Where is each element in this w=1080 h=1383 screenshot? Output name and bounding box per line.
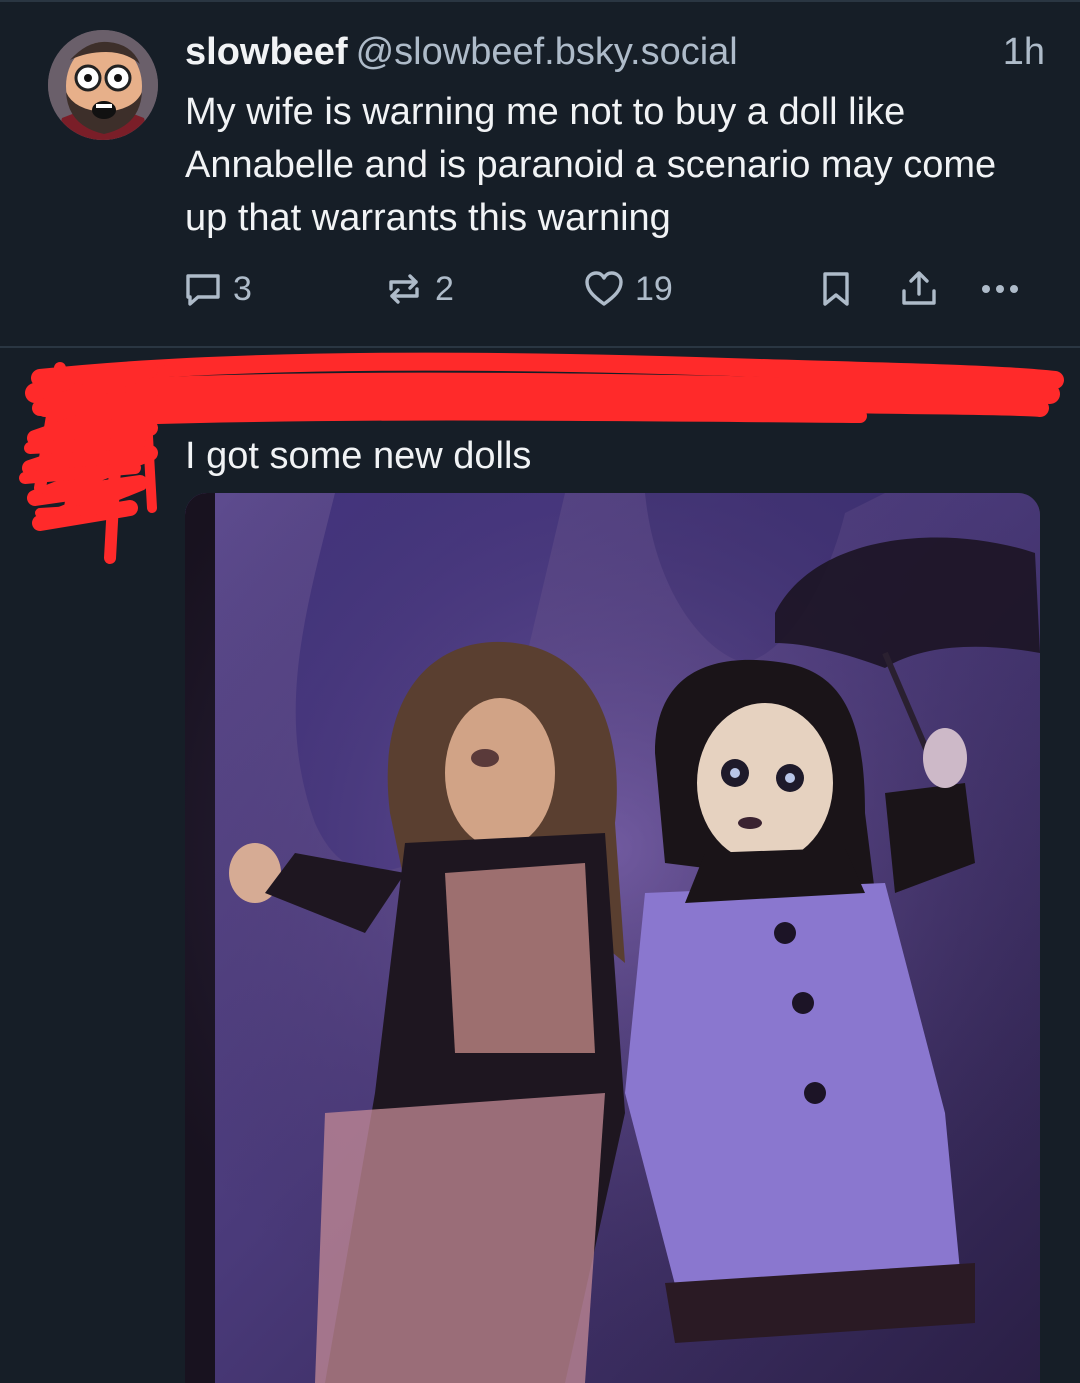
display-name[interactable]: slowbeef xyxy=(185,31,348,73)
user-handle[interactable]: @slowbeef.bsky.social xyxy=(356,31,738,73)
like-count: 19 xyxy=(635,269,673,308)
share-button[interactable] xyxy=(898,262,940,316)
more-options-button[interactable] xyxy=(978,262,1022,316)
avatar-cartoon-face xyxy=(48,30,158,140)
post-text: I got some new dolls xyxy=(185,435,532,477)
repost-count: 2 xyxy=(435,269,454,308)
avatar[interactable] xyxy=(48,30,158,140)
more-dots-icon xyxy=(982,285,1018,293)
dolls-photo xyxy=(185,493,1040,1383)
post-action-bar: 3 2 19 xyxy=(183,262,1033,316)
repost-button[interactable]: 2 xyxy=(383,262,454,316)
speech-bubble-icon xyxy=(186,274,220,306)
bookmark-icon xyxy=(823,272,849,306)
share-icon xyxy=(902,271,936,305)
like-button[interactable]: 19 xyxy=(583,262,673,316)
post-text: My wife is warning me not to buy a doll … xyxy=(185,91,997,239)
post-slowbeef[interactable]: slowbeef @slowbeef.bsky.social 1h My wife… xyxy=(0,0,1080,347)
post-image[interactable] xyxy=(185,493,1040,1383)
post-timestamp[interactable]: 1h xyxy=(1003,28,1045,76)
repost-arrows-icon xyxy=(389,274,419,304)
heart-icon xyxy=(585,271,623,306)
post-header: slowbeef @slowbeef.bsky.social 1h xyxy=(185,28,1045,76)
post-redacted[interactable]: I got some new dolls xyxy=(0,348,1080,1383)
reply-count: 3 xyxy=(233,269,252,308)
reply-button[interactable]: 3 xyxy=(183,262,252,316)
bookmark-button[interactable] xyxy=(816,262,856,316)
